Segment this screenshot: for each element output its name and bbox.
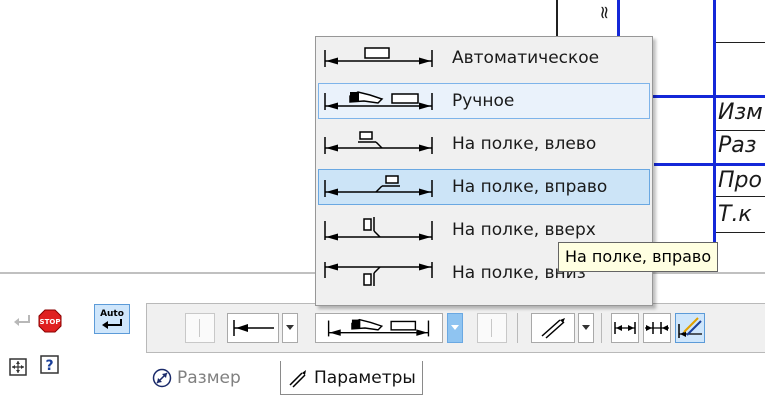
leader-angle-icon <box>541 318 565 339</box>
parameters-toolbar <box>146 303 765 353</box>
auto-arrows-button[interactable] <box>675 313 705 343</box>
dimension-shelf-right-icon <box>324 175 433 197</box>
toolbar-separator <box>601 313 602 343</box>
auto-arrows-icon <box>678 317 702 338</box>
dimension-manual-icon <box>327 318 430 337</box>
menu-item-manual[interactable]: Ручное <box>318 83 650 119</box>
text-toggle-button[interactable] <box>185 313 215 343</box>
tab-label: Параметры <box>314 367 416 388</box>
arrows-outside-icon <box>645 322 669 334</box>
arrows-outside-button[interactable] <box>611 313 639 343</box>
shelf-toggle-button[interactable] <box>477 313 507 343</box>
frame-line <box>654 163 765 166</box>
stop-button[interactable]: STOP <box>36 308 64 334</box>
drawing-text: Изм <box>718 100 763 125</box>
parameters-tab-icon <box>287 368 309 388</box>
chevron-down-icon <box>582 325 590 330</box>
chevron-down-icon <box>451 325 459 330</box>
svg-text:?: ? <box>45 358 53 374</box>
menu-item-shelf-left[interactable]: На полке, влево <box>318 126 650 162</box>
toolbar-separator <box>517 313 518 343</box>
arrows-inside-icon <box>614 322 636 334</box>
text-placement-dropdown[interactable] <box>447 313 463 343</box>
drawing-text: Т.к <box>718 202 752 227</box>
menu-item-label: Автоматическое <box>452 48 600 68</box>
dimension-shelf-down-icon <box>324 262 433 286</box>
help-icon: ? <box>40 355 59 374</box>
text-placement-button[interactable] <box>315 313 443 343</box>
menu-item-label: На полке, влево <box>452 134 597 154</box>
menu-item-label: Ручное <box>452 91 515 111</box>
tab-dimension[interactable]: Размер <box>152 361 241 395</box>
svg-text:STOP: STOP <box>40 318 61 326</box>
tab-label: Размер <box>177 368 241 388</box>
auto-create-button[interactable]: Auto <box>94 304 130 334</box>
menu-item-label: На полке, вправо <box>452 177 608 197</box>
help-button[interactable]: ? <box>36 352 64 378</box>
arrow-type-button[interactable] <box>227 313 279 343</box>
tooltip: На полке, вправо <box>558 242 719 272</box>
drawing-text: Раз <box>718 133 757 158</box>
frame-line <box>716 42 765 43</box>
frame-line <box>716 130 765 131</box>
enter-arrow-icon <box>14 315 30 326</box>
arrows-inward-button[interactable] <box>643 313 671 343</box>
frame-line <box>716 196 765 197</box>
tab-parameters[interactable]: Параметры <box>280 361 423 395</box>
dimension-tab-icon <box>152 368 172 388</box>
drawing-text: ≈ <box>594 4 616 21</box>
chevron-down-icon <box>286 325 294 330</box>
menu-item-shelf-right[interactable]: На полке, вправо <box>318 169 650 205</box>
svg-text:Auto: Auto <box>100 309 124 319</box>
arrow-inside-icon <box>233 320 274 336</box>
dimension-manual-icon <box>324 91 433 110</box>
dimension-shelf-up-icon <box>324 217 433 241</box>
leader-angle-button[interactable] <box>531 313 575 343</box>
window-fit-button[interactable] <box>4 354 32 380</box>
dimension-auto-icon <box>324 47 433 67</box>
panel-tabs: Размер Параметры <box>146 354 765 409</box>
auto-create-icon: Auto <box>100 309 124 329</box>
frame-line <box>716 232 765 233</box>
stop-icon: STOP <box>38 309 62 333</box>
fit-window-icon <box>9 358 27 376</box>
drawing-text: Про <box>718 168 762 193</box>
dimension-shelf-left-icon <box>324 131 433 154</box>
enter-object-button[interactable] <box>8 308 36 334</box>
arrow-type-dropdown[interactable] <box>282 313 298 343</box>
menu-item-automatic[interactable]: Автоматическое <box>318 40 650 76</box>
leader-angle-dropdown[interactable] <box>578 313 594 343</box>
menu-item-label: На полке, вверх <box>452 220 596 240</box>
